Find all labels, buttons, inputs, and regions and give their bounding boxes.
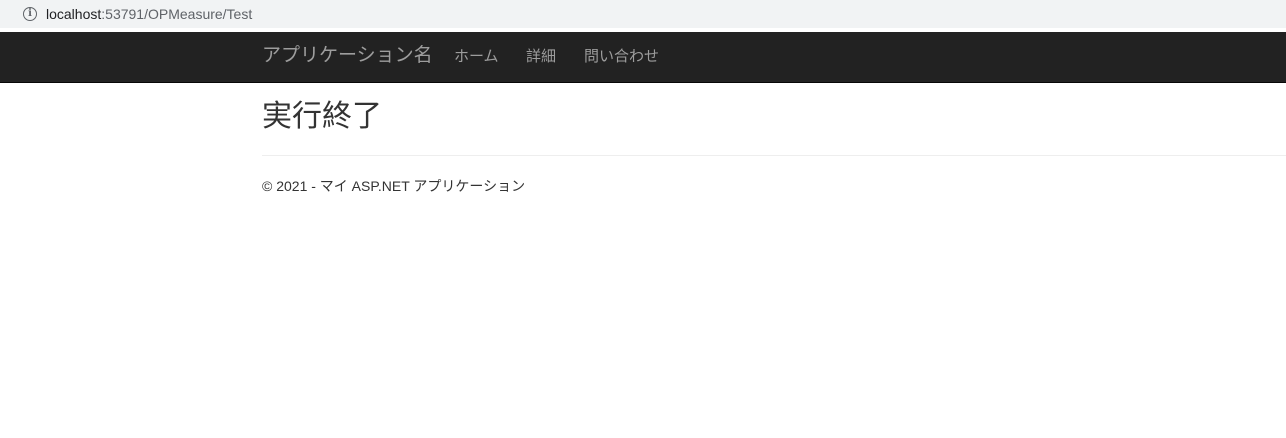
info-icon[interactable]: i [23,7,37,21]
footer-divider [262,155,1286,156]
navbar-brand-link[interactable]: アプリケーション名 [262,45,433,67]
nav-link-home[interactable]: ホーム [454,48,499,66]
nav-link-contact[interactable]: 問い合わせ [584,48,659,66]
nav-link-about[interactable]: 詳細 [526,48,556,66]
url-path: :53791/OPMeasure/Test [101,6,253,22]
footer-copyright: © 2021 - マイ ASP.NET アプリケーション [262,178,526,194]
page-title: 実行終了 [262,100,382,133]
address-url[interactable]: localhost:53791/OPMeasure/Test [46,6,252,22]
top-navbar: アプリケーション名 ホーム 詳細 問い合わせ [0,32,1286,83]
browser-address-bar: i localhost:53791/OPMeasure/Test [0,0,1286,28]
url-host: localhost [46,6,102,22]
